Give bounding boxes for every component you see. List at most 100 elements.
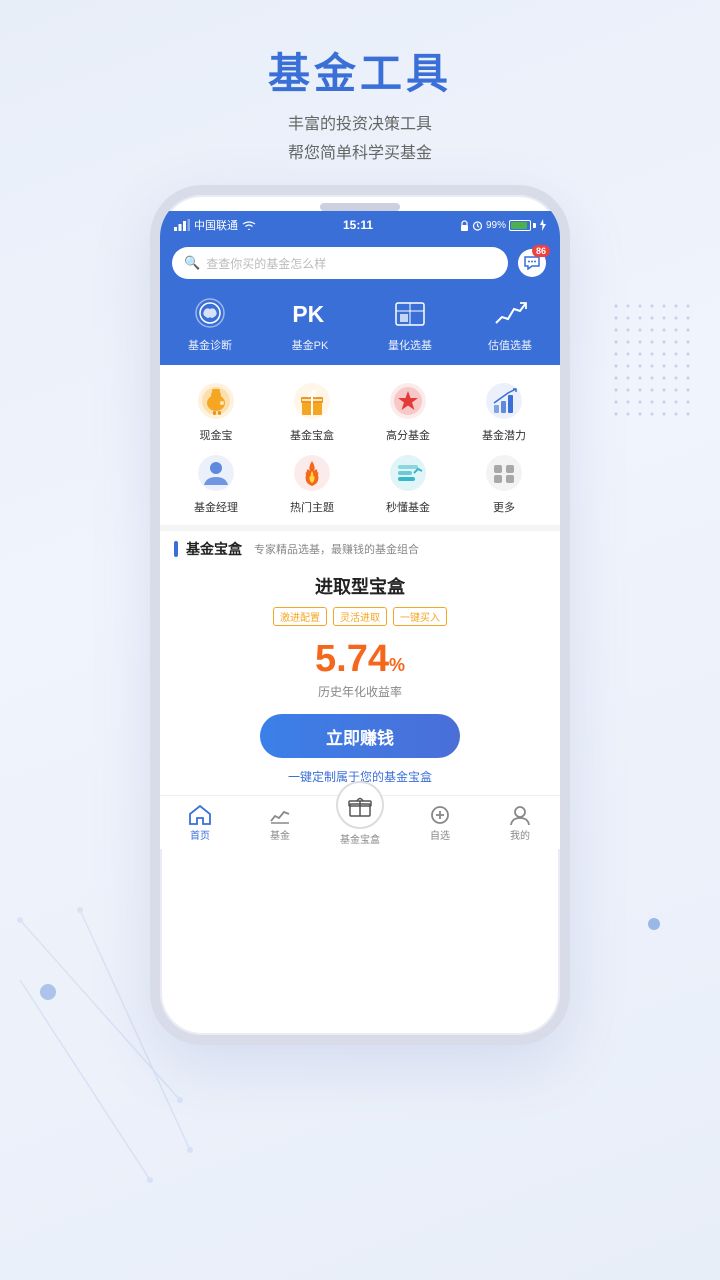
grid-label-trend: 基金潜力 bbox=[482, 427, 526, 443]
grid-item-cash[interactable]: 现金宝 bbox=[174, 379, 258, 443]
chat-button[interactable]: 86 bbox=[516, 247, 548, 279]
fire-icon bbox=[290, 451, 334, 495]
grid-item-lightning[interactable]: 秒懂基金 bbox=[366, 451, 450, 515]
phone-notch bbox=[320, 203, 400, 211]
page-header: 基金工具 丰富的投资决策工具 帮您简单科学买基金 bbox=[0, 0, 720, 189]
nav-item-diagnosis[interactable]: 基金诊断 bbox=[188, 295, 232, 353]
grid-section: 现金宝 bbox=[160, 365, 560, 525]
status-right: 99% bbox=[460, 219, 546, 231]
rate-label: 历史年化收益率 bbox=[174, 683, 546, 700]
nav-label-fund: 基金 bbox=[270, 827, 290, 842]
fund-icon bbox=[269, 805, 291, 825]
rate-display: 5.74% bbox=[174, 638, 546, 681]
phone-outer: 中国联通 15:11 bbox=[150, 185, 570, 1045]
profile-icon bbox=[509, 805, 531, 825]
battery-pct: 99% bbox=[486, 220, 506, 231]
tag-1: 灵活进取 bbox=[333, 607, 387, 626]
bottom-nav: 首页 基金 bbox=[160, 795, 560, 849]
bg-circle-right bbox=[648, 918, 660, 930]
svg-text:PK: PK bbox=[292, 301, 324, 327]
nav-label-quant: 量化选基 bbox=[388, 337, 432, 353]
tag-2: 一键买入 bbox=[393, 607, 447, 626]
diagnosis-icon bbox=[188, 295, 232, 333]
more-icon bbox=[482, 451, 526, 495]
page-title: 基金工具 bbox=[0, 40, 720, 101]
grid-row-1: 现金宝 bbox=[160, 375, 560, 447]
trend-icon bbox=[482, 379, 526, 423]
section-bar bbox=[174, 541, 178, 557]
plus-circle-icon bbox=[429, 805, 451, 825]
nav-profile[interactable]: 我的 bbox=[480, 805, 560, 842]
manager-icon bbox=[194, 451, 238, 495]
grid-item-trend[interactable]: 基金潜力 bbox=[462, 379, 546, 443]
nav-label-diagnosis: 基金诊断 bbox=[188, 337, 232, 353]
section-title: 基金宝盒 bbox=[186, 539, 242, 559]
phone-mockup: 中国联通 15:11 bbox=[150, 185, 570, 1165]
status-time: 15:11 bbox=[343, 218, 373, 232]
grid-label-gift: 基金宝盒 bbox=[290, 427, 334, 443]
grid-label-cash: 现金宝 bbox=[200, 427, 233, 443]
quant-icon bbox=[388, 295, 432, 333]
alarm-icon bbox=[472, 220, 483, 231]
wifi-icon bbox=[242, 220, 256, 231]
tag-0: 激进配置 bbox=[273, 607, 327, 626]
search-icon: 🔍 bbox=[184, 255, 200, 271]
grid-item-gift[interactable]: 基金宝盒 bbox=[270, 379, 354, 443]
pk-icon: PK bbox=[288, 295, 332, 333]
grid-label-more: 更多 bbox=[493, 499, 515, 515]
grid-label-lightning: 秒懂基金 bbox=[386, 499, 430, 515]
content-area: 现金宝 bbox=[160, 365, 560, 849]
center-circle-icon bbox=[336, 781, 384, 829]
nav-item-pk[interactable]: PK 基金PK bbox=[288, 295, 332, 353]
nav-label-value: 估值选基 bbox=[488, 337, 532, 353]
home-icon bbox=[189, 805, 211, 825]
nav-label-giftbox: 基金宝盒 bbox=[340, 831, 380, 846]
battery-indicator bbox=[509, 220, 536, 231]
gift-icon bbox=[290, 379, 334, 423]
nav-label-watchlist: 自选 bbox=[430, 827, 450, 842]
grid-label-fire: 热门主题 bbox=[290, 499, 334, 515]
card-area: 进取型宝盒 激进配置 灵活进取 一键买入 5.74% 历史年化收益率 立即赚钱 … bbox=[160, 563, 560, 795]
grid-item-more[interactable]: 更多 bbox=[462, 451, 546, 515]
card-title: 进取型宝盒 bbox=[174, 573, 546, 599]
status-left: 中国联通 bbox=[174, 217, 256, 233]
search-bar[interactable]: 🔍 查查你买的基金怎么样 86 bbox=[160, 239, 560, 289]
top-nav: 基金诊断 PK 基金PK bbox=[160, 289, 560, 365]
section-header: 基金宝盒 专家精品选基，最赚钱的基金组合 bbox=[160, 531, 560, 563]
lightning-icon bbox=[386, 451, 430, 495]
tags-row: 激进配置 灵活进取 一键买入 bbox=[174, 607, 546, 626]
nav-label-pk: 基金PK bbox=[292, 337, 329, 353]
nav-label-home: 首页 bbox=[190, 827, 210, 842]
star-icon bbox=[386, 379, 430, 423]
nav-watchlist[interactable]: 自选 bbox=[400, 805, 480, 842]
grid-label-manager: 基金经理 bbox=[194, 499, 238, 515]
chat-badge-count: 86 bbox=[532, 245, 550, 257]
nav-item-quant[interactable]: 量化选基 bbox=[388, 295, 432, 353]
grid-row-2: 基金经理 热门主题 bbox=[160, 447, 560, 519]
rate-unit: % bbox=[389, 655, 405, 675]
nav-home[interactable]: 首页 bbox=[160, 805, 240, 842]
grid-label-star: 高分基金 bbox=[386, 427, 430, 443]
nav-label-profile: 我的 bbox=[510, 827, 530, 842]
signal-icon bbox=[174, 219, 190, 231]
search-input-box[interactable]: 🔍 查查你买的基金怎么样 bbox=[172, 247, 508, 279]
value-icon bbox=[488, 295, 532, 333]
cash-icon bbox=[194, 379, 238, 423]
search-placeholder-text: 查查你买的基金怎么样 bbox=[206, 255, 326, 272]
bg-dots bbox=[610, 300, 690, 420]
nav-giftbox[interactable]: 基金宝盒 bbox=[320, 801, 400, 846]
charging-icon bbox=[539, 219, 546, 231]
grid-item-manager[interactable]: 基金经理 bbox=[174, 451, 258, 515]
grid-item-star[interactable]: 高分基金 bbox=[366, 379, 450, 443]
grid-item-fire[interactable]: 热门主题 bbox=[270, 451, 354, 515]
earn-button[interactable]: 立即赚钱 bbox=[260, 714, 460, 758]
nav-fund[interactable]: 基金 bbox=[240, 805, 320, 842]
message-icon bbox=[524, 256, 540, 270]
page-subtitle: 丰富的投资决策工具 帮您简单科学买基金 bbox=[0, 111, 720, 169]
rate-value: 5.74 bbox=[315, 638, 389, 680]
status-bar: 中国联通 15:11 bbox=[160, 211, 560, 239]
lock-icon bbox=[460, 220, 469, 231]
section-desc: 专家精品选基，最赚钱的基金组合 bbox=[254, 541, 419, 557]
carrier-label: 中国联通 bbox=[194, 217, 238, 233]
nav-item-value[interactable]: 估值选基 bbox=[488, 295, 532, 353]
